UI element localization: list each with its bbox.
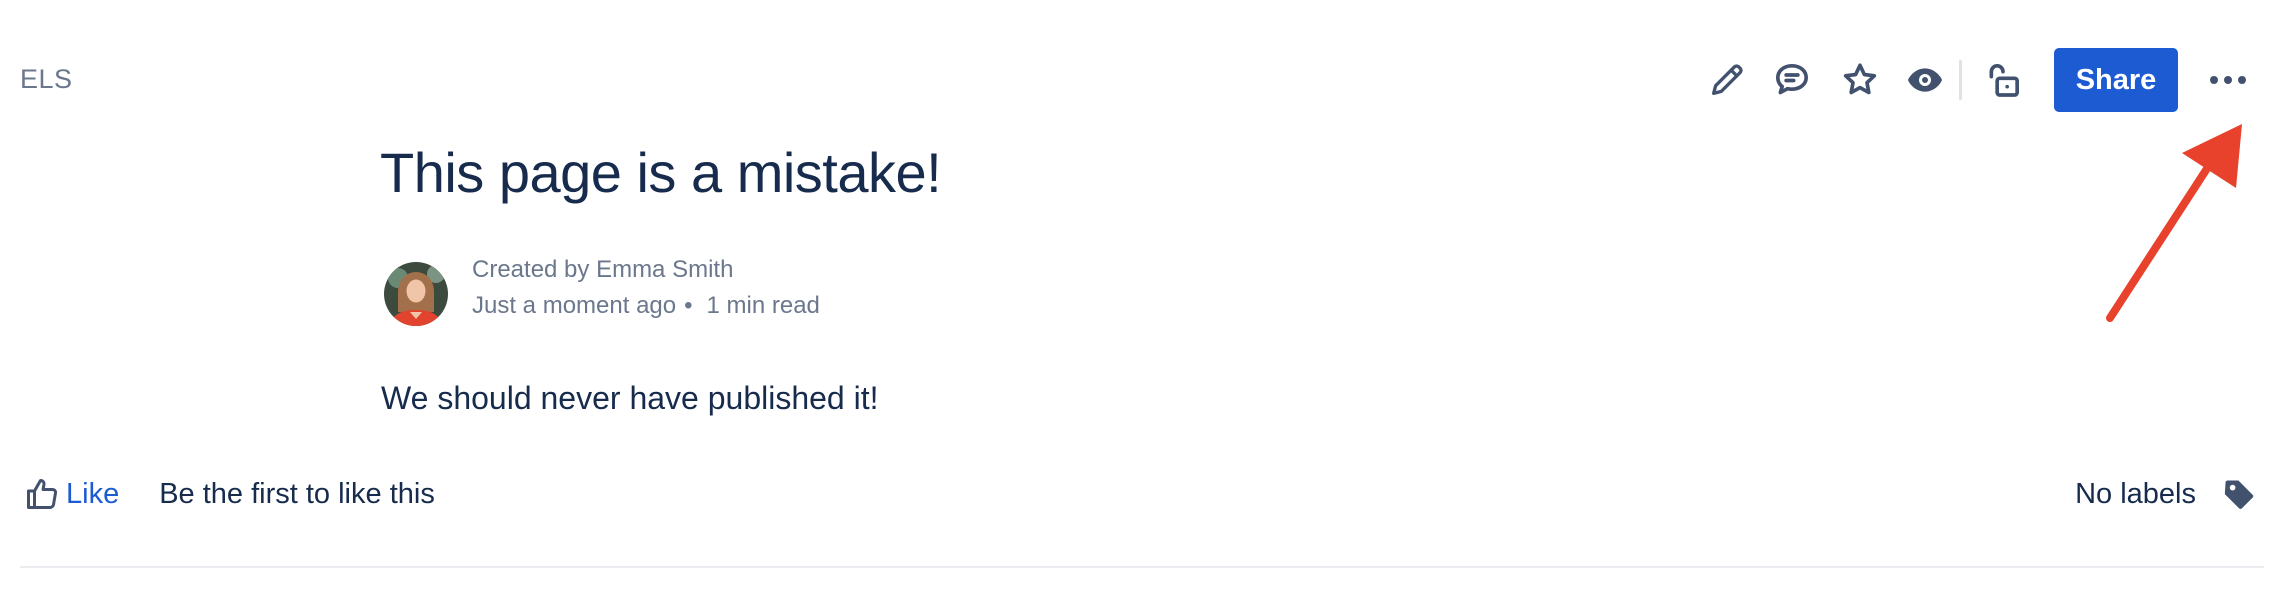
watch-icon[interactable] [1893,48,1957,112]
labels-text: No labels [2075,477,2196,510]
edit-icon[interactable] [1695,48,1759,112]
avatar[interactable] [384,262,448,326]
unlock-icon[interactable] [1971,48,2035,112]
footer-divider [20,566,2264,568]
like-hint: Be the first to like this [159,477,435,510]
page-title: This page is a mistake! [380,141,942,204]
thumbs-up-icon [27,479,57,509]
labels-area: No labels [2075,470,2256,518]
tag-icon[interactable] [2222,477,2256,511]
author-line[interactable]: Created by Emma Smith [472,256,733,284]
timestamp: Just a moment ago [472,292,677,319]
toolbar-separator [1959,60,1962,100]
like-label[interactable]: Like [66,478,119,511]
comment-icon[interactable] [1760,48,1824,112]
like-button[interactable]: Like [24,476,119,512]
read-time: 1 min read [706,292,820,319]
like-area: Like Be the first to like this [24,470,435,518]
page-body: We should never have published it! [381,380,879,416]
more-icon[interactable] [2196,48,2260,112]
meta-separator: • [684,292,693,319]
star-icon[interactable] [1828,48,1892,112]
page-toolbar: Share [0,48,2292,112]
page-meta: Just a moment ago • 1 min read [472,292,820,320]
share-button[interactable]: Share [2054,48,2178,112]
